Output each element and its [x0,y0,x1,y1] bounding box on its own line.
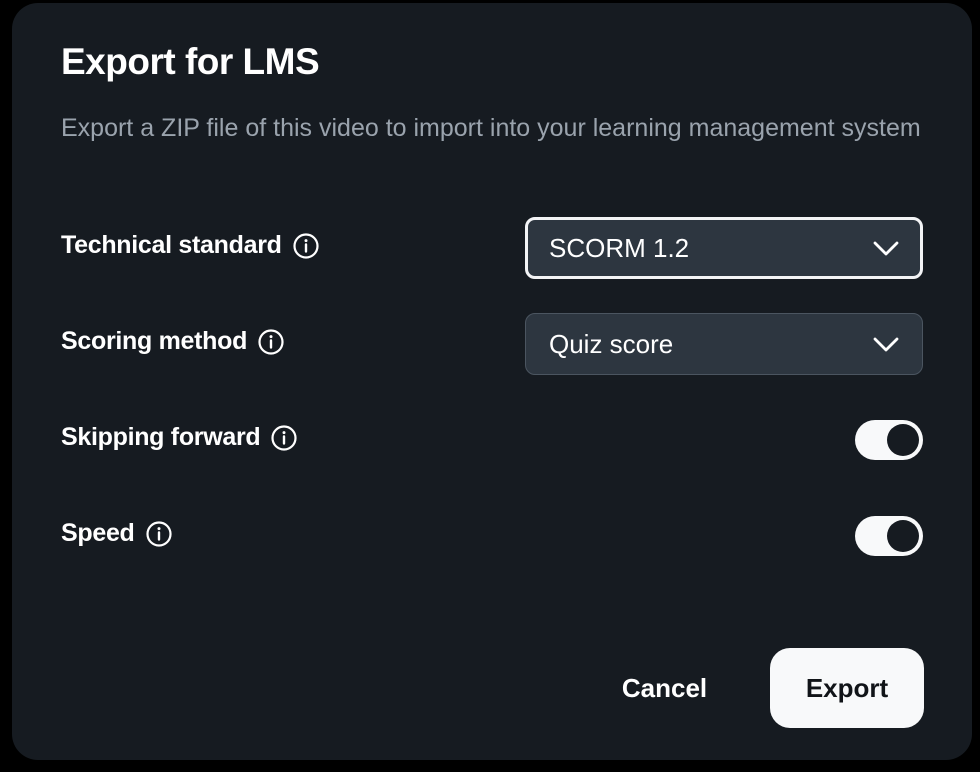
info-icon[interactable] [270,424,298,452]
info-icon[interactable] [292,232,320,260]
info-icon[interactable] [257,328,285,356]
scoring-method-label: Scoring method [61,327,248,355]
technical-standard-label: Technical standard [61,231,282,259]
skipping-forward-label: Skipping forward [61,423,261,451]
technical-standard-row-label: Technical standard [61,231,320,260]
scoring-method-value: Quiz score [549,328,674,359]
chevron-down-icon [872,330,900,358]
scoring-method-row-label: Scoring method [61,327,285,356]
dialog-description: Export a ZIP file of this video to impor… [61,114,921,142]
export-dialog: Export for LMS Export a ZIP file of this… [12,3,972,760]
technical-standard-value: SCORM 1.2 [549,232,690,263]
speed-toggle[interactable] [855,516,923,556]
export-button[interactable]: Export [770,648,924,728]
skipping-forward-row-label: Skipping forward [61,423,298,452]
info-icon[interactable] [145,520,173,548]
toggle-knob [887,520,919,552]
dialog-title: Export for LMS [61,41,320,82]
speed-row-label: Speed [61,519,173,548]
cancel-button[interactable]: Cancel [592,648,737,728]
technical-standard-select[interactable]: SCORM 1.2 [525,217,923,279]
toggle-knob [887,424,919,456]
chevron-down-icon [872,234,900,262]
scoring-method-select[interactable]: Quiz score [525,313,923,375]
skipping-forward-toggle[interactable] [855,420,923,460]
speed-label: Speed [61,519,135,547]
